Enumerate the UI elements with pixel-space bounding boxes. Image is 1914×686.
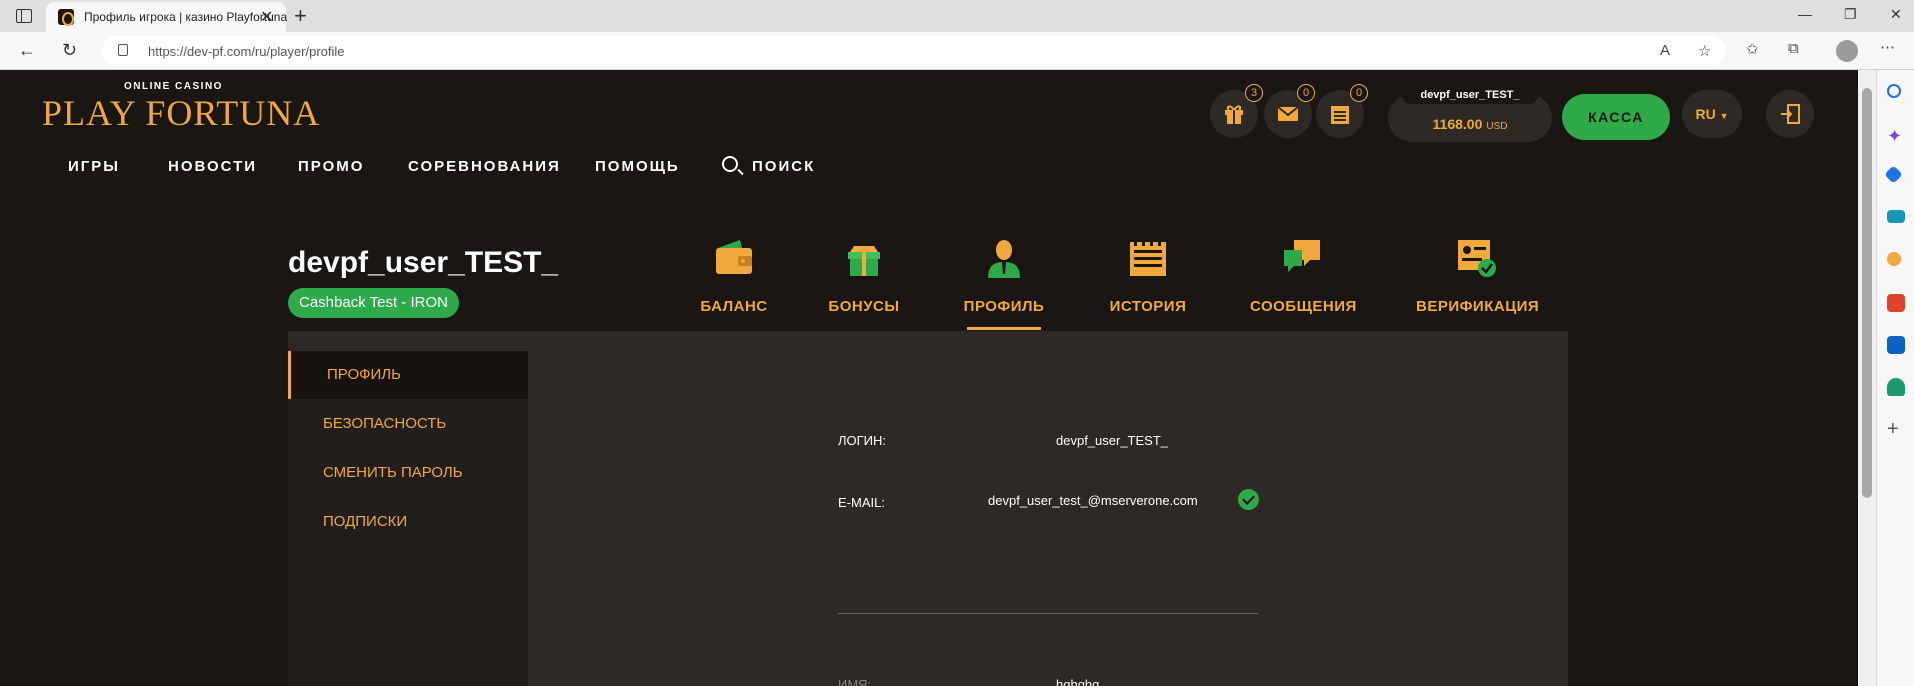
email-label: E-MAIL:: [838, 495, 885, 510]
id-card-icon: [1458, 240, 1496, 277]
notepad-icon: [1331, 106, 1349, 124]
sidenav-change-password-label: СМЕНИТЬ ПАРОЛЬ: [323, 464, 463, 481]
balance-username: devpf_user_TEST_: [1402, 86, 1538, 104]
site-logo[interactable]: PLAY FORTUNA: [42, 92, 320, 134]
tools-icon[interactable]: [1887, 210, 1905, 223]
sidenav-security[interactable]: БЕЗОПАСНОСТЬ: [288, 400, 528, 448]
tab-bonuses-label: БОНУСЫ: [828, 298, 900, 315]
back-icon[interactable]: ←: [18, 40, 36, 61]
tab-history[interactable]: ИСТОРИЯ: [1108, 236, 1188, 315]
search-icon[interactable]: [722, 156, 738, 172]
tab-bonuses[interactable]: БОНУСЫ: [824, 236, 904, 315]
tab-verification-label: ВЕРИФИКАЦИЯ: [1416, 298, 1540, 315]
name-value: hghghg: [1056, 677, 1100, 686]
chat-bubbles-icon: [1284, 240, 1320, 272]
read-aloud-icon[interactable]: A: [1660, 42, 1670, 59]
shopping-icon[interactable]: [1884, 165, 1903, 184]
profile-side-nav: ПРОФИЛЬ БЕЗОПАСНОСТЬ СМЕНИТЬ ПАРОЛЬ ПОДП…: [288, 351, 528, 686]
tab-verification[interactable]: ВЕРИФИКАЦИЯ: [1416, 236, 1539, 315]
minimize-icon[interactable]: —: [1798, 6, 1812, 22]
site-favicon-icon: [58, 9, 74, 26]
office-icon[interactable]: [1887, 294, 1905, 312]
nav-search[interactable]: ПОИСК: [752, 158, 815, 175]
gift-box-icon: [848, 246, 880, 276]
notepad-history-icon: [1130, 238, 1166, 276]
sidenav-change-password[interactable]: СМЕНИТЬ ПАРОЛЬ: [288, 449, 528, 497]
browser-tab[interactable]: Профиль игрока | казино Playfortuna ✕: [46, 2, 287, 32]
login-label: ЛОГИН:: [838, 433, 887, 448]
browser-sidebar: ✦ +: [1876, 70, 1914, 686]
browser-profile-avatar[interactable]: [1836, 40, 1858, 62]
tab-profile[interactable]: ПРОФИЛЬ: [963, 236, 1045, 315]
logout-icon: [1781, 104, 1800, 124]
games-icon[interactable]: [1887, 252, 1901, 266]
refresh-icon[interactable]: ↻: [62, 40, 77, 61]
restore-icon[interactable]: ❐: [1844, 6, 1857, 23]
sidenav-subscriptions[interactable]: ПОДПИСКИ: [288, 498, 528, 546]
section-divider: [838, 613, 1258, 614]
copilot-icon[interactable]: ✦: [1887, 126, 1905, 146]
add-favorite-icon[interactable]: ☆: [1698, 42, 1711, 60]
email-value: devpf_user_test_@mserverone.com: [988, 493, 1198, 508]
person-icon: [988, 240, 1020, 278]
nav-games[interactable]: ИГРЫ: [68, 158, 120, 175]
tab-profile-label: ПРОФИЛЬ: [963, 298, 1045, 315]
logout-button[interactable]: [1766, 90, 1814, 138]
tab-messages-label: СООБЩЕНИЯ: [1250, 298, 1357, 315]
tab-balance-label: БАЛАНС: [700, 298, 768, 315]
url-text[interactable]: https://dev-pf.com/ru/player/profile: [148, 44, 345, 59]
level-badge: Cashback Test - IRON: [288, 288, 459, 318]
sidenav-subscriptions-label: ПОДПИСКИ: [323, 513, 408, 530]
scrollbar-thumb[interactable]: [1862, 88, 1872, 498]
nav-competitions[interactable]: СОРЕВНОВАНИЯ: [408, 158, 561, 175]
tab-balance[interactable]: БАЛАНС: [694, 236, 774, 315]
url-field[interactable]: https://dev-pf.com/ru/player/profile A ☆: [102, 36, 1726, 66]
sidenav-profile-label: ПРОФИЛЬ: [327, 366, 401, 383]
favorites-icon[interactable]: ✩: [1746, 40, 1759, 58]
tab-actions-icon[interactable]: [16, 9, 32, 23]
close-tab-icon[interactable]: ✕: [260, 7, 273, 27]
balance-currency: USD: [1486, 121, 1508, 132]
notes-count-badge: 0: [1350, 84, 1368, 102]
balance-value: 1168.00: [1432, 116, 1483, 132]
sidenav-profile[interactable]: ПРОФИЛЬ: [288, 351, 528, 399]
new-tab-icon[interactable]: +: [294, 3, 307, 29]
wallet-icon: [716, 240, 752, 274]
drop-icon[interactable]: [1887, 378, 1905, 396]
profile-username: devpf_user_TEST_: [288, 246, 559, 279]
gift-icon: [1225, 105, 1243, 124]
email-verified-icon: [1238, 489, 1259, 510]
tab-messages[interactable]: СООБЩЕНИЯ: [1250, 236, 1356, 315]
collections-icon[interactable]: ⧉: [1788, 40, 1799, 57]
messages-count-badge: 0: [1297, 84, 1315, 102]
sidenav-security-label: БЕЗОПАСНОСТЬ: [323, 415, 447, 432]
search-sidebar-icon[interactable]: [1887, 84, 1901, 98]
close-window-icon[interactable]: ✕: [1890, 6, 1902, 23]
lock-icon[interactable]: [118, 44, 128, 56]
chevron-down-icon: ▼: [1719, 111, 1729, 121]
browser-tab-bar: Профиль игрока | казино Playfortuna ✕ + …: [0, 0, 1914, 32]
nav-news[interactable]: НОВОСТИ: [168, 158, 257, 175]
outlook-icon[interactable]: [1887, 336, 1905, 354]
cashier-button[interactable]: КАССА: [1562, 94, 1670, 140]
language-value: RU: [1695, 106, 1716, 122]
balance-amount: 1168.00 USD: [1388, 116, 1552, 132]
address-bar: ← ↻ https://dev-pf.com/ru/player/profile…: [0, 32, 1914, 70]
add-sidebar-icon[interactable]: +: [1887, 418, 1905, 440]
page-scrollbar[interactable]: [1858, 70, 1876, 686]
login-value: devpf_user_TEST_: [1056, 433, 1169, 448]
more-icon[interactable]: ⋯: [1880, 38, 1895, 56]
name-label: ИМЯ:: [838, 677, 872, 686]
nav-promo[interactable]: ПРОМО: [298, 158, 364, 175]
nav-help[interactable]: ПОМОЩЬ: [595, 158, 680, 175]
language-select[interactable]: RU ▼: [1682, 90, 1742, 138]
gifts-count-badge: 3: [1245, 84, 1263, 102]
active-tab-underline: [967, 327, 1041, 330]
logo-tagline: ONLINE CASINO: [124, 81, 223, 92]
tab-history-label: ИСТОРИЯ: [1109, 298, 1187, 315]
envelope-icon: [1277, 106, 1299, 121]
